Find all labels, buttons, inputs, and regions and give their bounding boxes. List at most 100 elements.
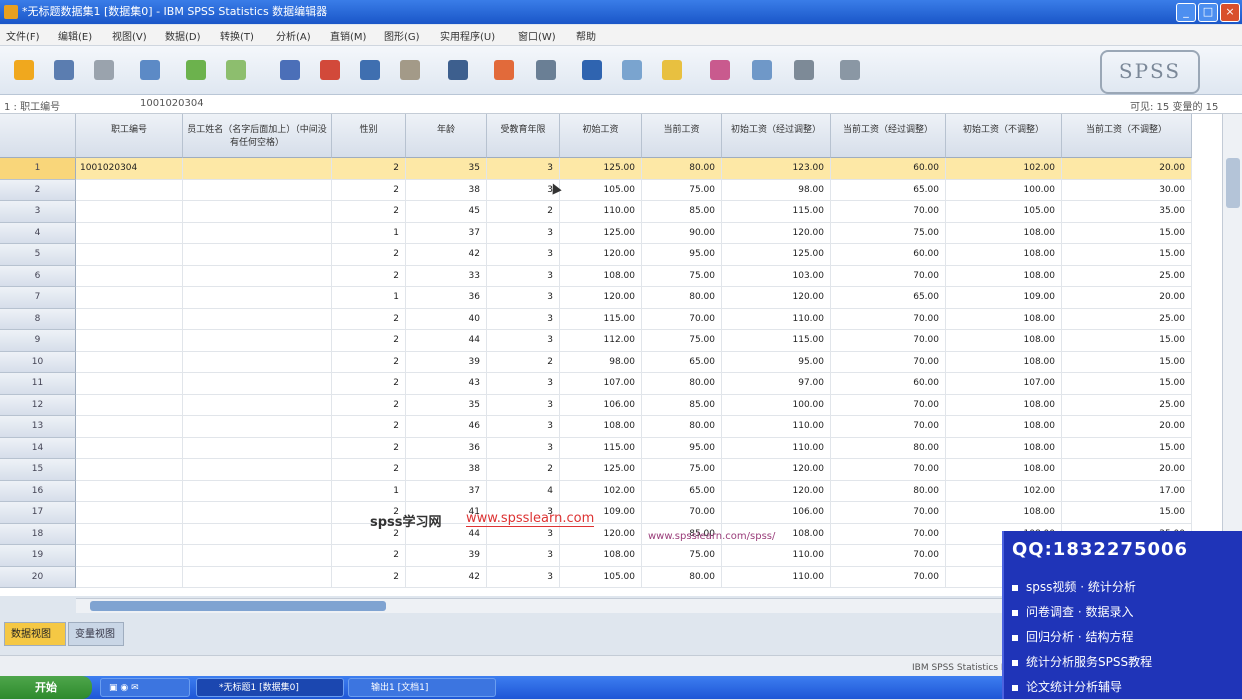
- cell-education-years[interactable]: 3: [487, 566, 560, 588]
- cell-start-salary-adj[interactable]: 115.00: [722, 330, 831, 352]
- tab-variable-view[interactable]: 变量视图: [68, 622, 124, 646]
- cell-current-salary-adj[interactable]: 70.00: [831, 351, 946, 373]
- cell-current-salary-adj[interactable]: 60.00: [831, 373, 946, 395]
- cell-start-salary-raw[interactable]: 109.00: [946, 287, 1062, 309]
- cell-start-salary-adj[interactable]: 120.00: [722, 480, 831, 502]
- row-header[interactable]: 20: [0, 566, 76, 588]
- cell-age[interactable]: 42: [406, 566, 487, 588]
- weight-cases-icon[interactable]: [578, 56, 606, 84]
- cell-education-years[interactable]: 3: [487, 179, 560, 201]
- cell-start-salary-adj[interactable]: 98.00: [722, 179, 831, 201]
- open-icon[interactable]: [10, 56, 38, 84]
- cell-current-salary-adj[interactable]: 70.00: [831, 566, 946, 588]
- cell-education-years[interactable]: 3: [487, 416, 560, 438]
- vertical-scrollbar[interactable]: [1222, 114, 1242, 596]
- menu-file[interactable]: 文件(F): [6, 28, 40, 43]
- cell-employee-name[interactable]: [183, 222, 332, 244]
- cell-current-salary[interactable]: 90.00: [642, 222, 722, 244]
- cell-employee-id[interactable]: [76, 480, 183, 502]
- cell-start-salary-raw[interactable]: 108.00: [946, 330, 1062, 352]
- cell-age[interactable]: 33: [406, 265, 487, 287]
- cell-current-salary-raw[interactable]: 35.00: [1062, 201, 1192, 223]
- cell-current-salary-raw[interactable]: 15.00: [1062, 502, 1192, 524]
- cell-current-salary-adj[interactable]: 70.00: [831, 308, 946, 330]
- cell-age[interactable]: 46: [406, 416, 487, 438]
- cell-employee-id[interactable]: [76, 545, 183, 567]
- cell-employee-id[interactable]: [76, 502, 183, 524]
- cell-start-salary-adj[interactable]: 120.00: [722, 222, 831, 244]
- close-button[interactable]: ×: [1220, 3, 1240, 22]
- cell-start-salary-raw[interactable]: 108.00: [946, 416, 1062, 438]
- cell-current-salary[interactable]: 80.00: [642, 373, 722, 395]
- row-header[interactable]: 3: [0, 201, 76, 223]
- cell-start-salary-adj[interactable]: 103.00: [722, 265, 831, 287]
- quick-launch[interactable]: ▣ ◉ ✉: [100, 678, 190, 697]
- cell-employee-name[interactable]: [183, 351, 332, 373]
- cell-age[interactable]: 37: [406, 222, 487, 244]
- cell-current-salary[interactable]: 70.00: [642, 308, 722, 330]
- cell-start-salary-raw[interactable]: 108.00: [946, 308, 1062, 330]
- use-sets-icon[interactable]: [706, 56, 734, 84]
- menu-help[interactable]: 帮助: [576, 28, 596, 43]
- cell-employee-id[interactable]: [76, 179, 183, 201]
- cell-gender[interactable]: 2: [332, 330, 406, 352]
- cell-age[interactable]: 42: [406, 244, 487, 266]
- row-header[interactable]: 7: [0, 287, 76, 309]
- cell-education-years[interactable]: 3: [487, 394, 560, 416]
- insert-case-icon[interactable]: [444, 56, 472, 84]
- cell-current-salary-raw[interactable]: 15.00: [1062, 351, 1192, 373]
- cell-start-salary[interactable]: 107.00: [560, 373, 642, 395]
- row-header[interactable]: 6: [0, 265, 76, 287]
- cell-current-salary[interactable]: 65.00: [642, 351, 722, 373]
- cell-gender[interactable]: 1: [332, 480, 406, 502]
- cell-employee-id[interactable]: [76, 373, 183, 395]
- column-header-employee-id[interactable]: 职工编号: [76, 114, 183, 158]
- cell-employee-id[interactable]: [76, 351, 183, 373]
- cell-education-years[interactable]: 2: [487, 459, 560, 481]
- undo-icon[interactable]: [182, 56, 210, 84]
- taskbar-item-output[interactable]: 输出1 [文档1]: [348, 678, 496, 697]
- cell-start-salary[interactable]: 115.00: [560, 437, 642, 459]
- cell-start-salary[interactable]: 105.00: [560, 566, 642, 588]
- column-header-current-salary-raw[interactable]: 当前工资（不调整）: [1062, 114, 1192, 158]
- row-header[interactable]: 10: [0, 351, 76, 373]
- cell-start-salary[interactable]: 115.00: [560, 308, 642, 330]
- cell-education-years[interactable]: 3: [487, 287, 560, 309]
- cell-gender[interactable]: 2: [332, 158, 406, 180]
- cell-current-salary-raw[interactable]: 17.00: [1062, 480, 1192, 502]
- cell-start-salary-raw[interactable]: 108.00: [946, 459, 1062, 481]
- cell-gender[interactable]: 2: [332, 416, 406, 438]
- print-icon[interactable]: [90, 56, 118, 84]
- row-header[interactable]: 17: [0, 502, 76, 524]
- row-header[interactable]: 18: [0, 523, 76, 545]
- cell-age[interactable]: 44: [406, 330, 487, 352]
- cell-current-salary[interactable]: 75.00: [642, 330, 722, 352]
- cell-gender[interactable]: 2: [332, 308, 406, 330]
- cell-current-salary-raw[interactable]: 25.00: [1062, 394, 1192, 416]
- cell-current-salary-raw[interactable]: 15.00: [1062, 437, 1192, 459]
- menu-view[interactable]: 视图(V): [112, 28, 147, 43]
- cell-gender[interactable]: 2: [332, 265, 406, 287]
- cell-current-salary[interactable]: 70.00: [642, 502, 722, 524]
- cell-employee-name[interactable]: [183, 308, 332, 330]
- cell-employee-name[interactable]: [183, 330, 332, 352]
- cell-employee-name[interactable]: [183, 502, 332, 524]
- cell-start-salary-adj[interactable]: 110.00: [722, 545, 831, 567]
- cell-current-salary[interactable]: 75.00: [642, 265, 722, 287]
- cell-start-salary[interactable]: 108.00: [560, 545, 642, 567]
- cell-employee-id[interactable]: [76, 222, 183, 244]
- cell-current-salary[interactable]: 75.00: [642, 545, 722, 567]
- cell-education-years[interactable]: 3: [487, 373, 560, 395]
- tab-data-view[interactable]: 数据视图: [4, 622, 66, 646]
- cell-current-salary-raw[interactable]: 15.00: [1062, 222, 1192, 244]
- goto-case-icon[interactable]: [276, 56, 304, 84]
- cell-age[interactable]: 40: [406, 308, 487, 330]
- cell-start-salary-adj[interactable]: 125.00: [722, 244, 831, 266]
- cell-start-salary[interactable]: 112.00: [560, 330, 642, 352]
- cell-current-salary-adj[interactable]: 70.00: [831, 265, 946, 287]
- cell-current-salary[interactable]: 85.00: [642, 394, 722, 416]
- cell-start-salary-raw[interactable]: 100.00: [946, 179, 1062, 201]
- cell-employee-id[interactable]: [76, 308, 183, 330]
- cell-employee-name[interactable]: [183, 416, 332, 438]
- cell-education-years[interactable]: 3: [487, 545, 560, 567]
